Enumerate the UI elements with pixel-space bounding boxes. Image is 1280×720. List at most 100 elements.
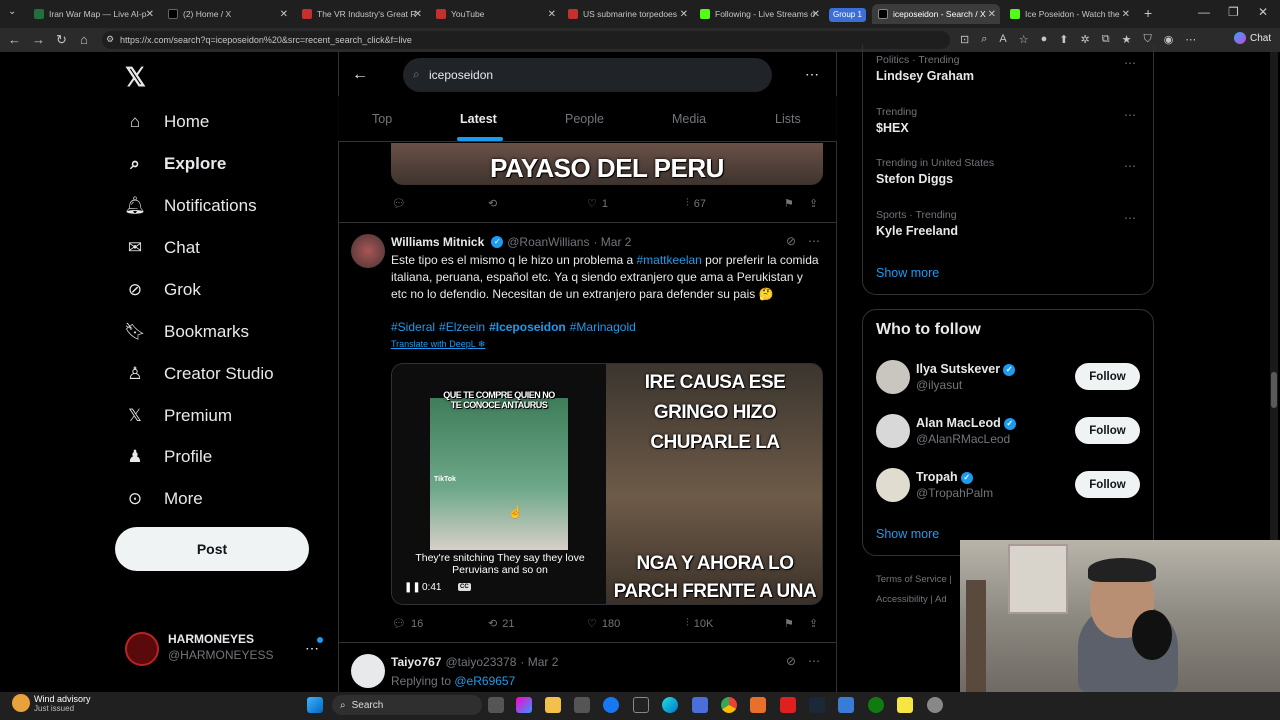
account-menu-dots-icon[interactable]: ⋯: [305, 640, 319, 657]
views-button[interactable]: ⫶ 10K: [686, 617, 713, 630]
close-icon[interactable]: ✕: [548, 9, 556, 20]
reload-icon[interactable]: ↻: [56, 32, 67, 48]
task-view-icon[interactable]: [488, 697, 504, 713]
tweet-media-image[interactable]: PAYASO DEL PERU: [391, 143, 823, 185]
reply-button[interactable]: 💬︎ 16: [392, 617, 423, 631]
trend-item[interactable]: Trending $HEX: [876, 106, 917, 135]
trend-more-dots-icon[interactable]: ⋯: [1124, 159, 1136, 173]
grok-icon[interactable]: ⊘: [786, 234, 796, 248]
weather-widget[interactable]: Wind advisory Just issued: [34, 694, 91, 713]
copilot-icon[interactable]: [516, 697, 532, 713]
follow-show-more-link[interactable]: Show more: [876, 527, 939, 541]
windows-start-icon[interactable]: [307, 697, 323, 713]
site-info-icon[interactable]: ⚙: [106, 34, 114, 45]
accessibility-link[interactable]: Accessibility: [876, 594, 928, 605]
close-icon[interactable]: ✕: [414, 9, 422, 20]
xbox-icon[interactable]: [868, 697, 884, 713]
trend-item[interactable]: Trending in United States Stefon Diggs: [876, 157, 994, 186]
like-button[interactable]: ♡ 1: [587, 197, 608, 211]
trend-more-dots-icon[interactable]: ⋯: [1124, 211, 1136, 225]
captions-toggle[interactable]: CC: [458, 583, 471, 591]
window-close-icon[interactable]: ✕: [1258, 5, 1268, 19]
tab-lists[interactable]: Lists: [775, 112, 801, 126]
calculator-icon[interactable]: [692, 697, 708, 713]
account-avatar[interactable]: [125, 632, 159, 666]
browser-tab[interactable]: YouTube ✕: [430, 4, 560, 24]
trend-more-dots-icon[interactable]: ⋯: [1124, 108, 1136, 122]
browser-tab[interactable]: (2) Home / X ✕: [162, 4, 292, 24]
youtube-icon[interactable]: [780, 697, 796, 713]
sidebar-item-home[interactable]: ⌂ Home: [124, 104, 210, 140]
new-tab-plus-icon[interactable]: +: [1144, 5, 1152, 21]
tweet-video-player[interactable]: QUE TE COMPRE QUIEN NO TE CONOCE ANTAURU…: [391, 363, 823, 605]
hashtag-link[interactable]: #Elzeein: [439, 319, 485, 336]
store-icon[interactable]: [574, 697, 590, 713]
follow-button[interactable]: Follow: [1075, 417, 1140, 444]
trend-more-dots-icon[interactable]: ⋯: [1124, 56, 1136, 70]
pause-icon[interactable]: ❚❚: [404, 582, 421, 593]
bookmark-icon[interactable]: ⚑: [784, 617, 794, 630]
tab-latest[interactable]: Latest: [460, 112, 497, 126]
share-icon[interactable]: ⇪: [809, 197, 818, 210]
author-handle[interactable]: @RoanWillians: [507, 235, 589, 249]
tweet-date[interactable]: · Mar 2: [593, 235, 631, 249]
taskbar-search[interactable]: ⌕ Search: [332, 695, 482, 715]
mention-link[interactable]: @eR69657: [454, 674, 515, 688]
trend-item[interactable]: Politics · Trending Lindsey Graham: [876, 54, 974, 83]
home-icon[interactable]: ⌂: [80, 32, 88, 47]
search-options-dots-icon[interactable]: ⋯: [805, 66, 819, 83]
chrome-icon[interactable]: [721, 697, 737, 713]
close-icon[interactable]: ✕: [280, 9, 288, 20]
x-logo-icon[interactable]: 𝕏: [125, 62, 146, 93]
url-bar[interactable]: https://x.com/search?q=iceposeidon%20&sr…: [102, 31, 950, 49]
forward-icon[interactable]: →: [32, 32, 45, 47]
back-icon[interactable]: ←: [8, 32, 21, 47]
scrollbar-thumb[interactable]: [1271, 372, 1277, 408]
author-name[interactable]: Williams Mitnick: [391, 235, 484, 249]
tab-group-label[interactable]: Group 1: [829, 8, 866, 22]
edge-icon[interactable]: [662, 697, 678, 713]
minimize-icon[interactable]: —: [1198, 5, 1210, 19]
browser-tab[interactable]: Following - Live Streams o ✕: [694, 4, 824, 24]
back-arrow-icon[interactable]: ←: [352, 66, 368, 84]
tab-top[interactable]: Top: [372, 112, 392, 126]
views-button[interactable]: ⫶ 67: [686, 197, 706, 210]
app-icon[interactable]: [750, 697, 766, 713]
post-button[interactable]: Post: [115, 527, 309, 571]
browser-tab[interactable]: Iran War Map — Live AI-p ✕: [28, 4, 158, 24]
retweet-icon[interactable]: ⟲: [488, 197, 497, 210]
hashtag-link[interactable]: #Iceposeidon: [489, 319, 566, 336]
follow-suggestion[interactable]: Ilya Sutskever ✓ @ilyasut: [876, 360, 1016, 394]
app-icon[interactable]: [927, 697, 943, 713]
weather-icon[interactable]: [12, 694, 30, 712]
tab-media[interactable]: Media: [672, 112, 706, 126]
close-icon[interactable]: ✕: [812, 9, 820, 20]
tweet-author-avatar[interactable]: [351, 654, 385, 688]
sidebar-item-premium[interactable]: 𝕏 Premium: [124, 398, 232, 434]
browser-tab[interactable]: US submarine torpedoes ✕: [562, 4, 692, 24]
close-icon[interactable]: ✕: [680, 9, 688, 20]
steam-icon[interactable]: [809, 697, 825, 713]
tab-people[interactable]: People: [565, 112, 604, 126]
file-explorer-icon[interactable]: [545, 697, 561, 713]
sidebar-item-creator-studio[interactable]: ♙ Creator Studio: [124, 356, 273, 392]
browser-tab-active[interactable]: iceposeidon - Search / X ✕: [872, 4, 1000, 24]
account-switcher[interactable]: HARMONEYES @HARMONEYESS: [168, 632, 274, 662]
follow-suggestion[interactable]: Alan MacLeod ✓ @AlanRMacLeod: [876, 414, 1016, 448]
follow-suggestion[interactable]: Tropah ✓ @TropahPalm: [876, 468, 993, 502]
bookmark-icon[interactable]: ⚑: [784, 197, 794, 210]
close-icon[interactable]: ✕: [988, 9, 996, 20]
terms-link[interactable]: Terms of Service: [876, 574, 947, 585]
sidebar-item-profile[interactable]: ♟ Profile: [124, 439, 212, 475]
reply-icon[interactable]: 💬︎: [392, 197, 406, 210]
profile-avatar-icon[interactable]: ◉: [1164, 33, 1174, 47]
trend-item[interactable]: Sports · Trending Kyle Freeland: [876, 209, 958, 238]
follow-button[interactable]: Follow: [1075, 363, 1140, 390]
like-button[interactable]: ♡ 180: [587, 617, 620, 631]
follow-button[interactable]: Follow: [1075, 471, 1140, 498]
tweet-date[interactable]: · Mar 2: [520, 655, 558, 669]
trends-show-more-link[interactable]: Show more: [876, 266, 939, 280]
sidebar-item-explore[interactable]: ⌕ Explore: [124, 146, 226, 182]
author-name[interactable]: Taiyo767: [391, 655, 441, 669]
facebook-icon[interactable]: [603, 697, 619, 713]
